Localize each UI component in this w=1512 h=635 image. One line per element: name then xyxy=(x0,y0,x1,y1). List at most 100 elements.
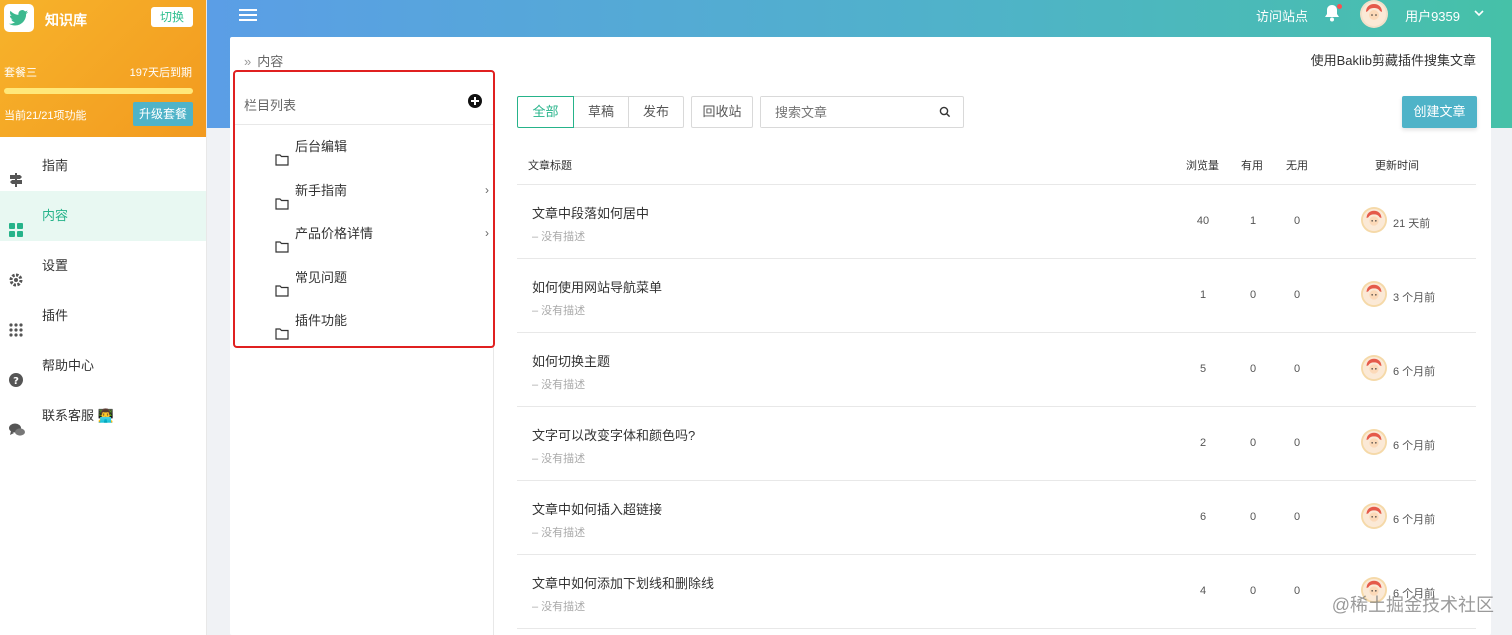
useless-count: 0 xyxy=(1293,363,1301,375)
views-count: 5 xyxy=(1199,363,1207,375)
plan-name: 套餐三 xyxy=(4,67,37,79)
content-panel: » 内容 使用Baklib剪藏插件搜集文章 栏目列表 后台编辑新手指南 › 产品价格详… xyxy=(230,37,1491,635)
table-row[interactable]: 文字可以改变字体和颜色吗? – 没有描述 2 0 0 6 个月前 xyxy=(517,407,1476,481)
article-title[interactable]: 文章中段落如何居中 xyxy=(532,203,649,222)
sidebar-item-label: 插件 xyxy=(42,308,69,323)
category-column: 栏目列表 后台编辑新手指南 › 产品价格详情 › 常见问题插件功能 xyxy=(234,71,494,635)
category-item[interactable]: 新手指南 › xyxy=(234,169,493,213)
sidebar-nav: 指南 内容 设置 插件 ? 帮助中心 联系客服 👨‍💻 xyxy=(0,141,206,441)
bell-icon[interactable] xyxy=(1324,4,1342,22)
chevron-right-icon[interactable]: › xyxy=(485,169,489,213)
sidebar-item-help[interactable]: ? 帮助中心 xyxy=(0,341,206,391)
upgrade-button[interactable]: 升级套餐 xyxy=(133,102,193,126)
article-desc: – 没有描述 xyxy=(532,601,586,613)
chevron-right-icon[interactable]: › xyxy=(485,212,489,256)
visit-site-link[interactable]: 访问站点 xyxy=(1256,6,1308,25)
article-desc: – 没有描述 xyxy=(532,231,586,243)
grid-icon xyxy=(9,208,23,237)
feature-count: 当前21/21项功能 xyxy=(4,110,87,122)
add-category-icon[interactable] xyxy=(465,91,485,111)
article-title[interactable]: 文章中如何添加下划线和删除线 xyxy=(532,573,714,592)
search-input[interactable] xyxy=(761,97,931,127)
article-title[interactable]: 如何切换主题 xyxy=(532,351,610,370)
article-desc: – 没有描述 xyxy=(532,379,586,391)
article-title[interactable]: 文章中如何插入超链接 xyxy=(532,499,662,518)
gear-icon xyxy=(9,258,23,287)
sidebar-item-settings[interactable]: 设置 xyxy=(0,241,206,291)
plan-usage-bar xyxy=(4,88,193,94)
user-avatar[interactable] xyxy=(1360,0,1388,28)
search-icon[interactable] xyxy=(939,106,951,118)
category-title: 栏目列表 xyxy=(244,98,297,113)
plan-expiry: 197天后到期 xyxy=(129,67,192,79)
sidebar-item-label: 内容 xyxy=(42,208,69,223)
article-desc: – 没有描述 xyxy=(532,527,586,539)
sidebar-item-label: 指南 xyxy=(42,158,69,173)
useful-count: 0 xyxy=(1249,363,1257,375)
views-count: 1 xyxy=(1199,289,1207,301)
switch-button[interactable]: 切换 xyxy=(151,7,193,27)
chat-icon xyxy=(9,408,25,436)
updated-time: 6 个月前 xyxy=(1393,366,1436,378)
table-row[interactable]: 文章中如何插入超链接 – 没有描述 6 0 0 6 个月前 xyxy=(517,481,1476,555)
author-avatar[interactable] xyxy=(1361,281,1387,307)
apps-grid-icon xyxy=(9,308,23,337)
tab-all[interactable]: 全部 xyxy=(517,96,574,128)
menu-toggle-icon[interactable] xyxy=(239,6,257,24)
breadcrumb-current: 内容 xyxy=(257,54,284,69)
double-chevron-icon: » xyxy=(244,54,252,69)
brand-title: 知识库 xyxy=(45,12,87,28)
useless-count: 0 xyxy=(1293,215,1301,227)
sidebar-item-plugins[interactable]: 插件 xyxy=(0,291,206,341)
author-avatar[interactable] xyxy=(1361,503,1387,529)
views-count: 6 xyxy=(1199,511,1207,523)
create-article-button[interactable]: 创建文章 xyxy=(1402,96,1477,128)
category-label: 新手指南 xyxy=(295,182,348,198)
sidebar-item-support[interactable]: 联系客服 👨‍💻 xyxy=(0,391,206,441)
useful-count: 0 xyxy=(1249,585,1257,597)
article-title[interactable]: 文字可以改变字体和颜色吗? xyxy=(532,425,695,444)
category-label: 插件功能 xyxy=(295,313,348,328)
watermark: @稀土掘金技术社区 xyxy=(1331,595,1494,615)
views-count: 4 xyxy=(1199,585,1207,597)
author-avatar[interactable] xyxy=(1361,429,1387,455)
updated-time: 6 个月前 xyxy=(1393,514,1436,526)
table-row[interactable]: 如何使用网站导航菜单 – 没有描述 1 0 0 3 个月前 xyxy=(517,259,1476,333)
recycle-bin-button[interactable]: 回收站 xyxy=(691,96,753,128)
category-item[interactable]: 后台编辑 xyxy=(234,125,493,169)
article-desc: – 没有描述 xyxy=(532,453,586,465)
useful-count: 0 xyxy=(1249,511,1257,523)
updated-time: 6 个月前 xyxy=(1393,440,1436,452)
signpost-icon xyxy=(9,158,23,187)
sidebar-item-content[interactable]: 内容 xyxy=(0,191,206,241)
category-header: 栏目列表 xyxy=(234,71,493,125)
sidebar-item-guide[interactable]: 指南 xyxy=(0,141,206,191)
category-item[interactable]: 插件功能 xyxy=(234,299,493,343)
tab-draft[interactable]: 草稿 xyxy=(573,96,629,128)
author-avatar[interactable] xyxy=(1361,355,1387,381)
category-item[interactable]: 常见问题 xyxy=(234,256,493,300)
user-name[interactable]: 用户9359 xyxy=(1405,6,1460,25)
clip-plugin-link[interactable]: 使用Baklib剪藏插件搜集文章 xyxy=(1311,50,1476,69)
bird-logo-icon[interactable] xyxy=(4,4,34,32)
category-item[interactable]: 产品价格详情 › xyxy=(234,212,493,256)
table-row[interactable]: 如何切换主题 – 没有描述 5 0 0 6 个月前 xyxy=(517,333,1476,407)
useful-count: 0 xyxy=(1249,289,1257,301)
sidebar-item-label: 联系客服 👨‍💻 xyxy=(42,408,114,423)
useful-count: 1 xyxy=(1249,215,1257,227)
category-label: 常见问题 xyxy=(295,269,348,285)
col-updated: 更新时间 xyxy=(1375,160,1419,172)
col-views: 浏览量 xyxy=(1186,160,1219,172)
chevron-down-icon[interactable] xyxy=(1474,8,1484,20)
table-header: 文章标题 浏览量 有用 无用 更新时间 xyxy=(517,145,1476,185)
article-table: 文章标题 浏览量 有用 无用 更新时间 文章中段落如何居中 – 没有描述 40 1 0 2… xyxy=(517,145,1476,629)
useless-count: 0 xyxy=(1293,289,1301,301)
breadcrumb: » 内容 xyxy=(244,51,283,70)
useless-count: 0 xyxy=(1293,437,1301,449)
author-avatar[interactable] xyxy=(1361,207,1387,233)
article-title[interactable]: 如何使用网站导航菜单 xyxy=(532,277,662,296)
tab-published[interactable]: 发布 xyxy=(628,96,684,128)
help-circle-icon: ? xyxy=(9,358,23,387)
col-title: 文章标题 xyxy=(528,160,572,172)
table-row[interactable]: 文章中段落如何居中 – 没有描述 40 1 0 21 天前 xyxy=(517,185,1476,259)
